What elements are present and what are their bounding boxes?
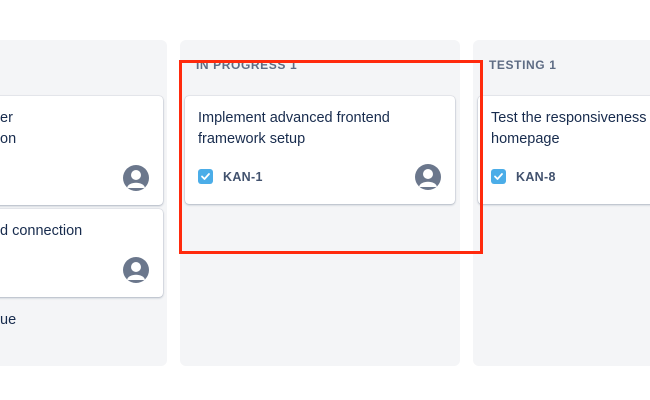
issue-key[interactable]: KAN-8 [516, 170, 556, 184]
issue-card-kan-1[interactable]: Implement advanced frontend framework se… [185, 96, 455, 204]
board-column-left: er on d connection ue [0, 40, 167, 366]
column-header: TESTING 1 [489, 58, 557, 72]
issue-card-kan-8[interactable]: Test the responsiveness homepage KAN-8 [478, 96, 650, 204]
board-column-testing: TESTING 1 Test the responsiveness homepag… [473, 40, 650, 366]
column-count: 1 [289, 58, 298, 72]
issue-card[interactable]: d connection [0, 209, 163, 297]
column-count: 1 [549, 58, 557, 72]
card-title: d connection [0, 223, 83, 239]
task-checkbox-icon [198, 169, 213, 184]
card-footer: KAN-1 [198, 169, 263, 184]
card-title: Implement advanced frontend framework se… [198, 110, 390, 147]
task-checkbox-icon [491, 169, 506, 184]
assignee-avatar-icon[interactable] [123, 257, 149, 283]
column-header: IN PROGRESS 1 [196, 58, 298, 72]
board-column-in-progress: IN PROGRESS 1 Implement advanced frontend… [180, 40, 460, 366]
assignee-avatar-icon[interactable] [415, 164, 441, 190]
card-footer: KAN-8 [491, 169, 556, 184]
card-title: Test the responsiveness homepage [491, 110, 647, 147]
issue-card[interactable]: er on [0, 96, 163, 205]
card-title: er on [0, 110, 17, 147]
assignee-avatar-icon[interactable] [123, 165, 149, 191]
issue-key[interactable]: KAN-1 [223, 170, 263, 184]
card-title-fragment[interactable]: ue [0, 312, 16, 328]
